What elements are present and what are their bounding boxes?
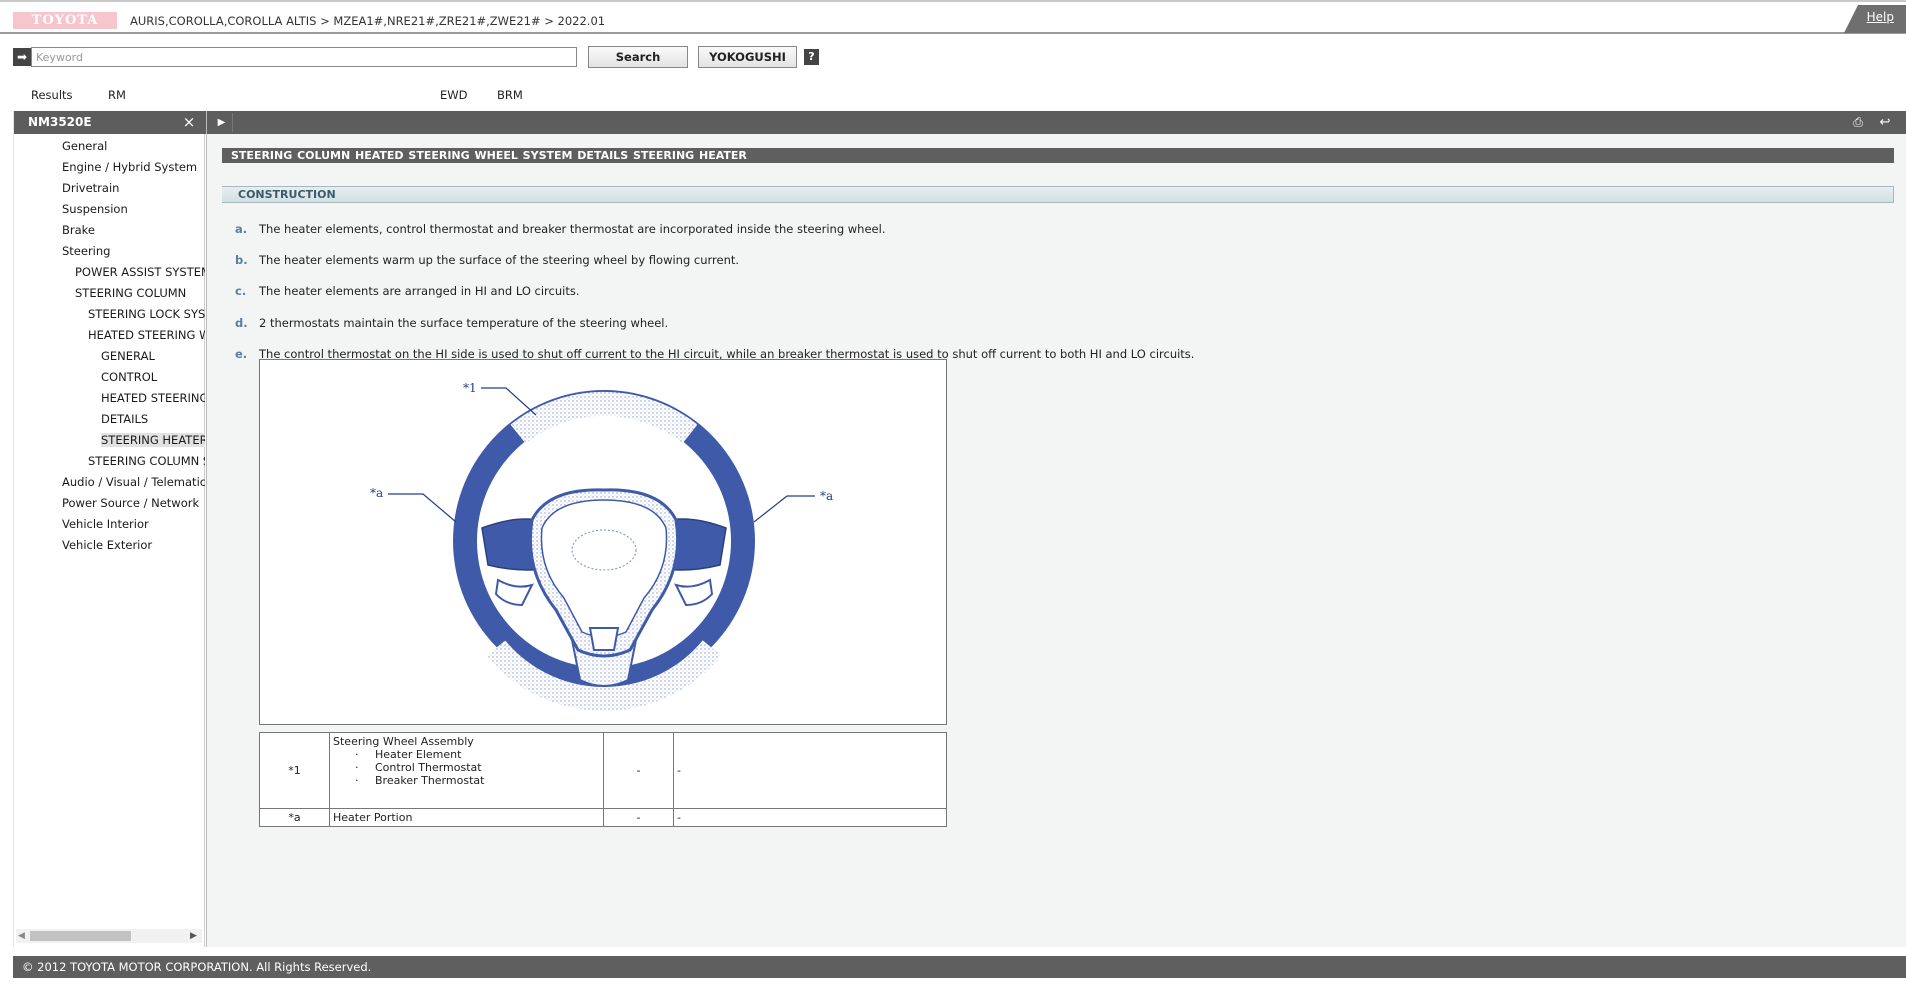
scroll-left-icon[interactable]: ◀ bbox=[18, 929, 28, 943]
tree-item[interactable]: GENERAL bbox=[101, 349, 155, 363]
tree-item[interactable]: CONTROL bbox=[101, 370, 157, 384]
tree-item[interactable]: Audio / Visual / Telematics bbox=[62, 475, 205, 489]
print-icon[interactable]: ⎙ bbox=[1849, 114, 1867, 131]
legend-description-2: - bbox=[673, 808, 947, 827]
table-row: *1 Steering Wheel Assembly · Heater Eleme… bbox=[259, 732, 947, 809]
tree-item[interactable]: Suspension bbox=[62, 202, 128, 216]
footer-copyright: © 2012 TOYOTA MOTOR CORPORATION. All Rig… bbox=[13, 956, 1906, 978]
tree-item[interactable]: HEATED STEERING WHEEL SYSTEM bbox=[101, 391, 205, 405]
tab-brm[interactable]: BRM bbox=[497, 88, 523, 102]
tree-item[interactable]: General bbox=[62, 139, 107, 153]
callout-a-left: *a bbox=[370, 486, 384, 500]
item-text: The heater elements are arranged in HI a… bbox=[259, 284, 580, 298]
page-title: STEERING COLUMN HEATED STEERING WHEEL SY… bbox=[222, 148, 1894, 163]
legend-code-2: - bbox=[603, 732, 674, 809]
expand-panel-icon[interactable]: ▶ bbox=[211, 113, 233, 132]
tree-item[interactable]: Brake bbox=[62, 223, 95, 237]
tree-item[interactable]: Power Source / Network bbox=[62, 496, 199, 510]
return-icon[interactable]: ↩ bbox=[1875, 114, 1895, 131]
legend-code: *a bbox=[259, 808, 330, 827]
legend-description: Steering Wheel Assembly · Heater Element … bbox=[329, 732, 604, 809]
item-text: 2 thermostats maintain the surface tempe… bbox=[259, 316, 669, 330]
item-letter: b. bbox=[235, 253, 248, 267]
legend-description-2: - bbox=[673, 732, 947, 809]
help-question-icon[interactable]: ? bbox=[804, 49, 819, 65]
callout-a-right: *a bbox=[820, 489, 834, 503]
search-button[interactable]: Search bbox=[588, 46, 688, 68]
navigation-tree: General Engine / Hybrid System Drivetrain S… bbox=[14, 139, 205, 919]
legend-code-2: - bbox=[603, 808, 674, 827]
tree-item[interactable]: POWER ASSIST SYSTEM bbox=[75, 265, 205, 279]
tree-item[interactable]: HEATED STEERING WHEEL SYSTEM bbox=[88, 328, 205, 342]
keyword-input[interactable] bbox=[31, 47, 577, 67]
legend-name: Heater Portion bbox=[329, 808, 604, 827]
item-text: The heater elements warm up the surface … bbox=[259, 253, 740, 267]
content-panel: ▶ ⎙ ↩ STEERING COLUMN HEATED STEERING WH… bbox=[206, 111, 1906, 947]
tree-item[interactable]: Steering bbox=[62, 244, 110, 258]
item-letter: e. bbox=[235, 347, 248, 361]
yokogushi-button[interactable]: YOKOGUSHI bbox=[698, 46, 797, 68]
legend-name: Steering Wheel Assembly bbox=[333, 735, 474, 748]
close-icon[interactable]: × bbox=[180, 111, 198, 134]
item-letter: c. bbox=[235, 284, 247, 298]
legend-subitem: · Breaker Thermostat bbox=[355, 774, 485, 787]
top-bar: TOYOTA AURIS,COROLLA,COROLLA ALTIS > MZE… bbox=[0, 0, 1906, 34]
tab-ewd[interactable]: EWD bbox=[440, 88, 468, 102]
legend-table: *1 Steering Wheel Assembly · Heater Eleme… bbox=[259, 732, 947, 827]
horizontal-scrollbar[interactable]: ◀ ▶ bbox=[16, 929, 202, 943]
item-text: The heater elements, control thermostat … bbox=[259, 222, 886, 236]
tree-item[interactable]: Vehicle Exterior bbox=[62, 538, 152, 552]
tree-item[interactable]: DETAILS bbox=[101, 412, 148, 426]
breadcrumb: AURIS,COROLLA,COROLLA ALTIS > MZEA1#,NRE… bbox=[130, 14, 606, 28]
tree-item[interactable]: STEERING COLUMN SYSTEM bbox=[88, 454, 205, 468]
steering-wheel-illustration: *1 *a *a bbox=[259, 359, 947, 725]
callout-1: *1 bbox=[463, 381, 477, 395]
item-letter: d. bbox=[235, 316, 248, 330]
panel-title-text: NM3520E bbox=[28, 115, 92, 129]
tab-rm[interactable]: RM bbox=[108, 88, 126, 102]
section-heading: CONSTRUCTION bbox=[222, 186, 1894, 203]
table-row: *a Heater Portion - - bbox=[259, 808, 947, 827]
tree-item[interactable]: STEERING HEATER bbox=[101, 433, 205, 447]
tab-results[interactable]: Results bbox=[31, 88, 73, 102]
keyword-arrow-icon[interactable]: ➡ bbox=[13, 48, 31, 66]
scroll-right-icon[interactable]: ▶ bbox=[190, 929, 200, 943]
steering-wheel-drawing bbox=[388, 387, 815, 711]
navigation-panel: NM3520E × General Engine / Hybrid System D… bbox=[13, 111, 206, 947]
help-link[interactable]: Help bbox=[1867, 10, 1894, 24]
tree-item[interactable]: Drivetrain bbox=[62, 181, 119, 195]
panel-title: NM3520E bbox=[14, 111, 206, 134]
tree-item[interactable]: STEERING COLUMN bbox=[75, 286, 186, 300]
item-letter: a. bbox=[235, 222, 248, 236]
tree-item[interactable]: Engine / Hybrid System bbox=[62, 160, 197, 174]
toyota-logo: TOYOTA bbox=[13, 12, 117, 29]
legend-code: *1 bbox=[259, 732, 330, 809]
content-toolbar: ▶ ⎙ ↩ bbox=[207, 111, 1906, 134]
scroll-thumb[interactable] bbox=[30, 931, 131, 941]
tree-item[interactable]: Vehicle Interior bbox=[62, 517, 149, 531]
tree-item[interactable]: STEERING LOCK SYSTEM bbox=[88, 307, 205, 321]
legend-subitem: · Heater Element bbox=[355, 748, 462, 761]
legend-subitem: · Control Thermostat bbox=[355, 761, 482, 774]
